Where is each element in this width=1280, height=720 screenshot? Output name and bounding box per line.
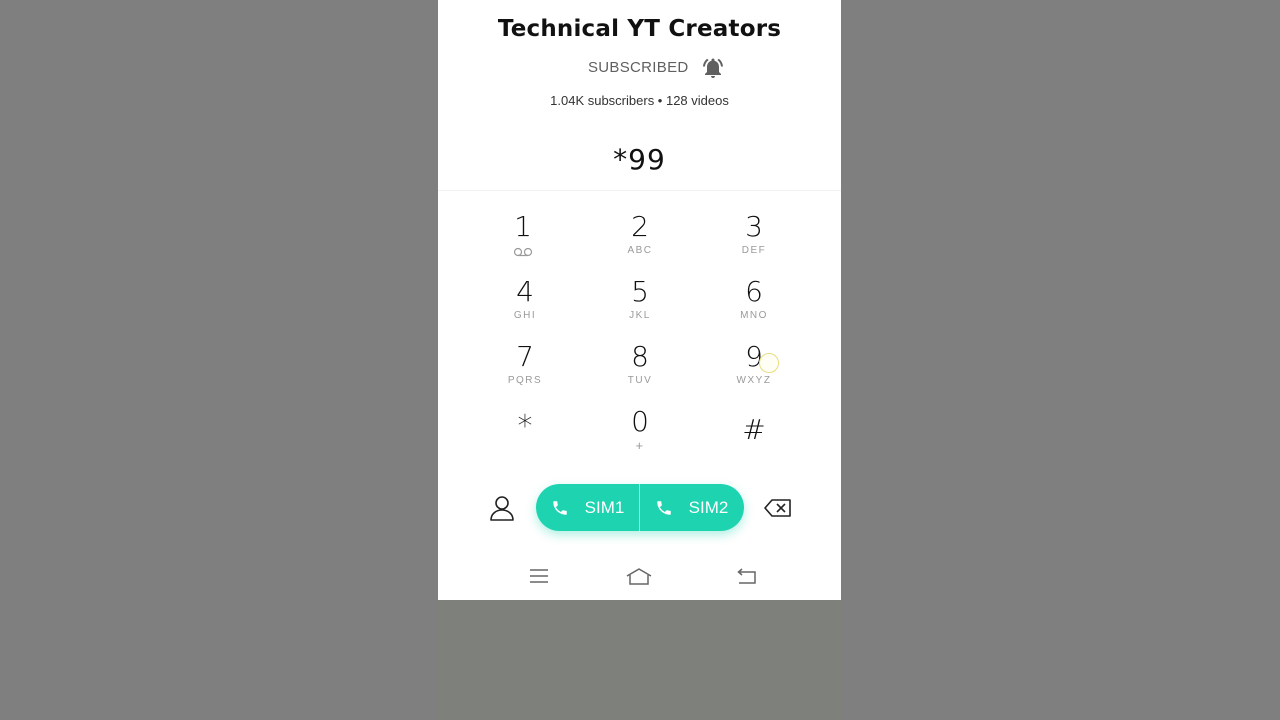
- key-digit: 8: [631, 340, 649, 373]
- dialpad-key-8[interactable]: 8 TUV: [595, 342, 685, 402]
- dialed-number-display[interactable]: *99: [438, 143, 841, 176]
- key-digit: 4: [516, 275, 534, 308]
- home-icon[interactable]: [625, 566, 653, 586]
- call-sim1-button[interactable]: SIM1: [536, 484, 639, 531]
- dialpad-key-5[interactable]: 5 JKL: [595, 277, 685, 337]
- key-letters: WXYZ: [736, 375, 772, 386]
- dialpad-key-4[interactable]: 4 GHI: [480, 277, 570, 337]
- key-digit: 5: [631, 275, 649, 308]
- dialpad-key-3[interactable]: 3 DEF: [709, 212, 799, 272]
- key-letters: +: [635, 438, 645, 453]
- subscribed-button[interactable]: SUBSCRIBED: [588, 59, 689, 76]
- dialpad-key-star[interactable]: *: [480, 412, 570, 472]
- person-outline-icon[interactable]: [488, 494, 516, 522]
- dialpad-key-2[interactable]: 2 ABC: [595, 212, 685, 272]
- phone-screen: Technical YT Creators SUBSCRIBED 1.04K s…: [438, 0, 841, 600]
- key-digit: 3: [745, 210, 763, 243]
- video-background-below: [438, 600, 841, 720]
- hamburger-menu-icon[interactable]: [529, 566, 549, 586]
- key-digit: 6: [745, 275, 763, 308]
- sim1-label: SIM1: [584, 497, 625, 517]
- touch-indicator: [759, 353, 779, 373]
- blurred-background-right: [841, 0, 1280, 720]
- call-sim2-button[interactable]: SIM2: [640, 484, 743, 531]
- key-digit: *: [517, 409, 533, 444]
- dialpad-key-0[interactable]: 0 +: [595, 407, 685, 467]
- dialpad-key-6[interactable]: 6 MNO: [709, 277, 799, 337]
- dialpad-key-9[interactable]: 9 WXYZ: [709, 342, 799, 402]
- key-digit: 7: [516, 340, 534, 373]
- channel-stats: 1.04K subscribers • 128 videos: [550, 93, 729, 108]
- key-letters: GHI: [513, 310, 537, 321]
- phone-handset-icon: [552, 500, 567, 515]
- key-letters: DEF: [741, 245, 767, 256]
- back-icon[interactable]: [735, 566, 757, 586]
- divider: [438, 190, 841, 191]
- blurred-background-left: [0, 0, 438, 720]
- key-letters: TUV: [627, 375, 653, 386]
- key-digit: 9: [745, 340, 763, 373]
- key-digit: 0: [631, 405, 649, 438]
- bell-ringing-icon[interactable]: [701, 56, 725, 80]
- sim2-label: SIM2: [688, 497, 729, 517]
- voicemail-icon: [513, 247, 533, 257]
- call-buttons: SIM1 SIM2: [536, 484, 744, 531]
- key-letters: ABC: [627, 245, 653, 256]
- dialpad-key-7[interactable]: 7 PQRS: [480, 342, 570, 402]
- dialpad-key-1[interactable]: 1: [478, 212, 568, 272]
- subscribe-row: SUBSCRIBED: [438, 56, 841, 82]
- backspace-icon[interactable]: [764, 498, 792, 518]
- key-digit: #: [742, 413, 766, 446]
- key-letters: JKL: [629, 310, 651, 321]
- dialpad-key-hash[interactable]: #: [709, 415, 799, 475]
- key-digit: 2: [631, 210, 649, 243]
- channel-title: Technical YT Creators: [497, 16, 782, 42]
- key-letters: PQRS: [507, 375, 543, 386]
- phone-handset-icon: [656, 500, 671, 515]
- key-digit: 1: [514, 210, 532, 243]
- key-letters: MNO: [740, 310, 768, 321]
